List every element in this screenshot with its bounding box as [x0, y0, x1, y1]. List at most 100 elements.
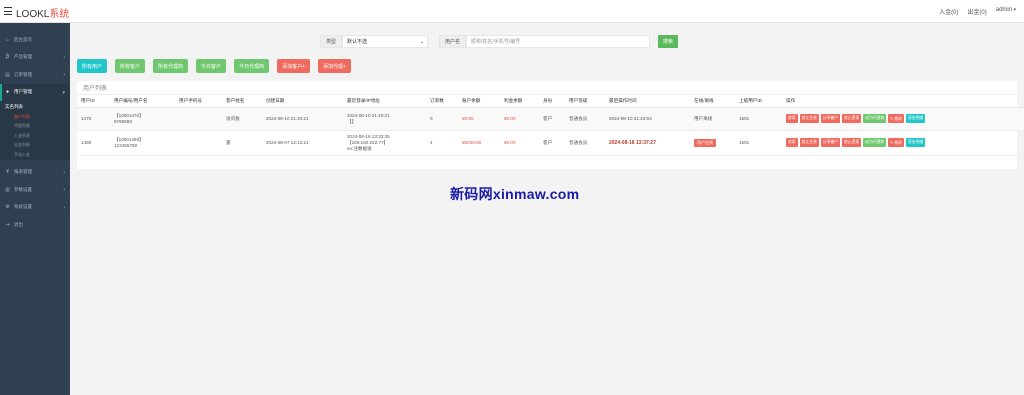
sidebar-item-params[interactable]: ▥ 参数设置 ›: [0, 181, 70, 199]
document-icon: ▥: [5, 186, 10, 193]
user-menu[interactable]: admin: [996, 7, 1016, 16]
col-last-login: 最近登录/IP地址: [343, 95, 426, 108]
cell-online: 用户离线: [690, 107, 735, 131]
cell-parent: 1591: [735, 107, 782, 131]
col-online: 在线/离线: [690, 95, 735, 108]
cell-id: 1469: [77, 130, 110, 156]
all-clients-button[interactable]: 所有客户: [115, 59, 146, 73]
user-icon: ●: [5, 89, 10, 96]
top-header: LOOKL系统 入金(0) 出金(0) admin: [0, 0, 1024, 23]
disable-button[interactable]: 禁用: [786, 114, 798, 123]
funds-detail-button[interactable]: 资金明细: [905, 138, 926, 147]
make-agent-button[interactable]: 成为代理商: [863, 114, 887, 123]
user-table: 用户ID 用户编号/用户名 用户手机号 客户姓名 创建日期 最近登录/IP地址 …: [77, 95, 1024, 156]
cell-actions: 禁用 禁止交易 分享撤户 禁止提现 成为代理商 ✎ 修改 资金明细: [782, 130, 1024, 156]
col-balance: 账户余额: [458, 95, 500, 108]
cell-phone: [175, 130, 222, 156]
chevron-down-icon: ▾: [62, 89, 65, 96]
cell-parent: 1591: [735, 130, 782, 156]
cell-orders: 0: [426, 107, 458, 131]
share-revoke-button[interactable]: 分享撤户: [820, 114, 840, 123]
col-interest: 利金余额: [500, 95, 539, 108]
col-level: 用户等级: [565, 95, 605, 108]
table-header: 用户ID 用户编号/用户名 用户手机号 客户姓名 创建日期 最近登录/IP地址 …: [77, 95, 1024, 108]
main-content: 类型 默认不选 ⌄ 用户名 昵称/姓名/手机号/编号 搜索 所有用户 所有客户 所…: [70, 23, 1024, 395]
funds-detail-button[interactable]: 资金明细: [905, 114, 926, 123]
chevron-right-icon: ›: [63, 187, 65, 193]
cell-number: 【10001469】 123456789: [110, 130, 175, 156]
clipboard-icon: ▤: [5, 71, 10, 78]
col-parent: 上级用户ID: [735, 95, 782, 108]
submenu-item-withdrawals[interactable]: 出金列表: [0, 141, 70, 151]
submenu-item-deposits[interactable]: 入金列表: [0, 131, 70, 141]
col-actions: 操作: [782, 95, 1024, 108]
cell-created: 2024-08-07 12:12:21: [262, 130, 343, 156]
sidebar-item-users[interactable]: ● 用户管理 ▾: [0, 83, 70, 101]
col-name: 客户姓名: [222, 95, 262, 108]
ban-trade-button[interactable]: 禁止交易: [799, 138, 819, 147]
cell-interest: ¥0.00: [500, 107, 539, 131]
username-label: 用户名: [439, 35, 467, 48]
ban-trade-button[interactable]: 禁止交易: [799, 114, 819, 123]
withdraw-link[interactable]: 出金(0): [967, 7, 986, 16]
type-select[interactable]: 默认不选 ⌄: [342, 35, 429, 48]
sidebar-item-logout[interactable]: ⇥ 退出: [0, 216, 70, 234]
col-identity: 身份: [539, 95, 565, 108]
cell-balance: ¥8040.00: [458, 130, 500, 156]
deposit-link[interactable]: 入金(0): [939, 7, 958, 16]
search-input[interactable]: 昵称/姓名/手机号/编号: [466, 35, 651, 48]
ban-withdraw-button[interactable]: 禁止提现: [841, 114, 862, 123]
cell-interest: ¥0.00: [500, 130, 539, 156]
cell-actions: 禁用 禁止交易 分享撤户 禁止提现 成为代理商 ✎ 修改 资金明细: [782, 107, 1024, 131]
all-users-button[interactable]: 所有用户: [77, 59, 108, 73]
chevron-down-icon: ⌄: [419, 39, 425, 45]
sidebar-item-reports[interactable]: ¥ 报表管理 ›: [0, 164, 70, 182]
cell-level: 普通会员: [565, 130, 605, 156]
chevron-right-icon: ›: [63, 204, 65, 211]
all-agents-button[interactable]: 所有代理商: [153, 59, 189, 73]
submenu-item-clients[interactable]: 客户列表: [0, 112, 70, 122]
edit-button[interactable]: ✎ 修改: [888, 114, 904, 123]
cell-phone: [175, 107, 222, 131]
submenu-item-manual-deposit[interactable]: 手动入金: [0, 150, 70, 160]
today-agents-button[interactable]: 今日代理商: [234, 59, 270, 73]
sidebar-item-dashboard[interactable]: ⌂ 后台首页: [0, 31, 70, 49]
filter-buttons: 所有用户 所有客户 所有代理商 今日客户 今日代理商 添加客户+ 添加代理+: [77, 59, 351, 73]
table-row: 1469 【10001469】 123456789 嘉 2024-08-07 12…: [77, 130, 1024, 156]
make-agent-button[interactable]: 成为代理商: [863, 138, 887, 147]
col-last-op: 最后操作时间: [605, 95, 690, 108]
cell-identity: 客户: [539, 107, 565, 131]
cell-online: 用户在线: [690, 130, 735, 156]
sidebar-item-orders[interactable]: ▤ 订单管理 ›: [0, 66, 70, 84]
today-clients-button[interactable]: 今日客户: [196, 59, 227, 73]
cell-name: 访问板: [222, 107, 262, 131]
sidebar-item-products[interactable]: ₿ 产品管理 ›: [0, 49, 70, 67]
search-bar: 类型 默认不选 ⌄ 用户名 昵称/姓名/手机号/编号 搜索: [320, 35, 679, 48]
cell-level: 普通会员: [565, 107, 605, 131]
header-actions: 入金(0) 出金(0) admin: [939, 7, 1016, 16]
menu-toggle-icon[interactable]: [4, 6, 12, 16]
cell-created: 2024-08-10 21:40:21: [262, 107, 343, 131]
watermark-text: 新码网xinmaw.com: [450, 186, 580, 202]
chevron-right-icon: ›: [63, 169, 65, 176]
type-label: 类型: [320, 35, 343, 48]
sidebar-item-system[interactable]: ⚙ 系统设置 ›: [0, 199, 70, 217]
cell-identity: 客户: [539, 130, 565, 156]
submenu-title[interactable]: 实名列表: [0, 101, 70, 112]
ban-withdraw-button[interactable]: 禁止提现: [841, 138, 862, 147]
share-revoke-button[interactable]: 分享撤户: [820, 138, 840, 147]
dashboard-icon: ⌂: [5, 36, 10, 43]
disable-button[interactable]: 禁用: [786, 138, 798, 147]
sidebar: ⌂ 后台首页 ₿ 产品管理 › ▤ 订单管理 › ● 用户管理 ▾ 实名列表 客户列表 代理列…: [0, 23, 70, 395]
submenu-item-agents[interactable]: 代理列表: [0, 122, 70, 132]
logout-icon: ⇥: [5, 221, 10, 228]
col-user-id: 用户ID: [77, 95, 110, 108]
user-list-panel: 用户列表 用户ID 用户编号/用户名 用户手机号 客户姓名 创建日期 最近登录/…: [77, 81, 1024, 169]
add-agent-button[interactable]: 添加代理+: [318, 59, 351, 73]
add-client-button[interactable]: 添加客户+: [277, 59, 310, 73]
bitcoin-icon: ₿: [5, 54, 10, 61]
edit-button[interactable]: ✎ 修改: [888, 138, 904, 147]
cell-name: 嘉: [222, 130, 262, 156]
search-button[interactable]: 搜索: [658, 35, 679, 48]
col-orders: 订单数: [426, 95, 458, 108]
